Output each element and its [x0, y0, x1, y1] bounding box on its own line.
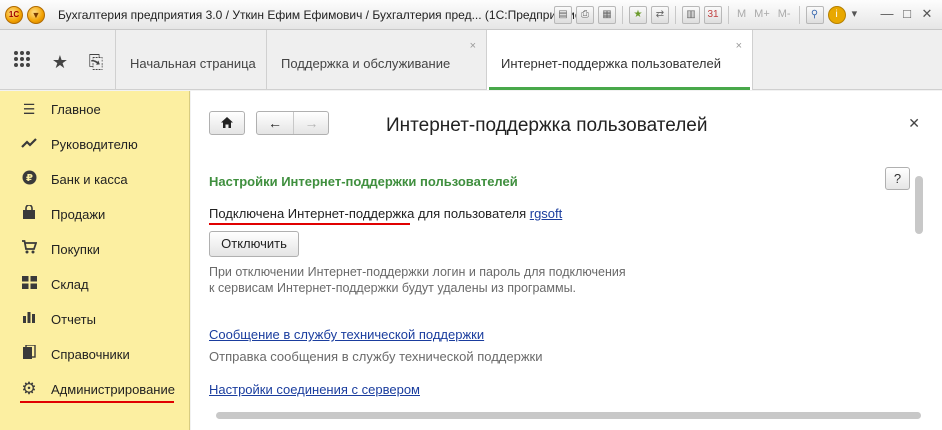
horizontal-scrollbar[interactable] — [216, 412, 921, 419]
svg-text:₽: ₽ — [26, 173, 33, 184]
menu-lines-icon: ☰ — [22, 101, 36, 117]
chart-bars-icon — [20, 310, 38, 328]
username-link[interactable]: rgsoft — [530, 206, 563, 221]
sidebar-item-bank[interactable]: ₽ Банк и касса — [0, 164, 190, 194]
tab-home[interactable]: Начальная страница — [116, 30, 267, 90]
tab-bar: ★ ⎘ Начальная страница Поддержка и обслу… — [0, 30, 942, 99]
vertical-scrollbar[interactable] — [915, 176, 923, 234]
main-menu-button[interactable]: ▼ — [27, 6, 45, 24]
connection-status: Подключена Интернет-поддержка для пользо… — [209, 206, 562, 221]
calendar-icon[interactable]: 31 — [704, 6, 722, 24]
annotation-underline — [20, 401, 174, 403]
status-prefix: Подключена Интернет-поддержка — [209, 206, 415, 221]
home-button[interactable] — [209, 111, 245, 135]
close-icon[interactable]: × — [470, 40, 476, 52]
title-toolbar: ▤ ⎙ ▦ ★ ⇄ ▥ 31 M M+ M- ⚲ i ▾ — [554, 5, 859, 25]
apps-grid-icon[interactable] — [10, 50, 34, 74]
close-icon[interactable]: ✕ — [908, 115, 920, 132]
minimize-icon[interactable]: — — [877, 6, 897, 24]
maximize-icon[interactable]: □ — [897, 6, 917, 24]
sidebar-item-label: Руководителю — [51, 137, 138, 152]
history-icon[interactable]: ⎘ — [84, 50, 108, 74]
history-nav: ← → — [256, 111, 329, 135]
form-area: ← → Интернет-поддержка пользователей ✕ ?… — [191, 91, 942, 430]
favorites-star-icon[interactable]: ★ — [48, 50, 72, 74]
title-bar: 1С ▼ Бухгалтерия предприятия 3.0 / Уткин… — [0, 0, 942, 30]
memory-minus-button[interactable]: M- — [776, 6, 793, 24]
forward-arrow-icon[interactable]: → — [293, 112, 329, 134]
disconnect-hint: При отключении Интернет-поддержки логин … — [209, 264, 669, 296]
status-suffix: для пользователя — [414, 206, 530, 221]
sidebar-item-label: Главное — [51, 102, 101, 117]
save-icon[interactable]: ▤ — [554, 6, 572, 24]
sidebar-item-manager[interactable]: Руководителю — [0, 129, 190, 159]
sidebar-item-purchases[interactable]: Покупки — [0, 234, 190, 264]
warehouse-icon — [20, 275, 38, 293]
sidebar-item-label: Покупки — [51, 242, 100, 257]
print-icon[interactable]: ⎙ — [576, 6, 594, 24]
connection-settings-link[interactable]: Настройки соединения с сервером — [209, 382, 420, 397]
sidebar-item-administration[interactable]: ⚙ Администрирование — [0, 374, 190, 404]
tab-label: Начальная страница — [130, 56, 256, 71]
support-message-link[interactable]: Сообщение в службу технической поддержки — [209, 327, 484, 342]
sidebar-item-label: Администрирование — [51, 382, 175, 397]
sidebar-item-label: Справочники — [51, 347, 130, 362]
memory-plus-button[interactable]: M+ — [752, 6, 772, 24]
books-icon — [20, 344, 38, 363]
tab-label: Поддержка и обслуживание — [281, 56, 451, 71]
help-button[interactable]: ? — [885, 167, 910, 190]
section-title: Настройки Интернет-поддержки пользовател… — [209, 174, 518, 189]
disconnect-button[interactable]: Отключить — [209, 231, 299, 257]
toolbar-separator — [622, 6, 623, 24]
hint-line: к сервисам Интернет-поддержки будут удал… — [209, 281, 577, 295]
help-icon[interactable]: i — [827, 6, 846, 24]
annotation-underline — [209, 223, 410, 225]
sidebar-item-label: Склад — [51, 277, 89, 292]
sections-panel: ☰ Главное Руководителю ₽ Банк и касса Пр… — [0, 91, 190, 430]
sidebar-item-sales[interactable]: Продажи — [0, 199, 190, 229]
sidebar-item-warehouse[interactable]: Склад — [0, 269, 190, 299]
favorites-icon[interactable]: ★ — [629, 6, 647, 24]
tab-internet-support[interactable]: Интернет-поддержка пользователей × — [487, 30, 753, 99]
trend-icon — [20, 135, 38, 153]
sidebar-item-label: Продажи — [51, 207, 106, 222]
sidebar-item-label: Банк и касса — [51, 172, 128, 187]
back-arrow-icon[interactable]: ← — [257, 112, 293, 134]
sidebar-item-reports[interactable]: Отчеты — [0, 304, 190, 334]
help-dropdown-icon[interactable]: ▾ — [850, 6, 860, 24]
active-tab-indicator — [489, 87, 750, 90]
user-info-icon[interactable]: ⚲ — [805, 6, 824, 24]
bag-icon — [20, 204, 38, 223]
preview-icon[interactable]: ▦ — [598, 6, 616, 24]
app-logo-icon[interactable]: 1С — [5, 6, 23, 24]
calculator-icon[interactable]: ▥ — [682, 6, 700, 24]
sidebar-item-catalogs[interactable]: Справочники — [0, 339, 190, 369]
hint-line: При отключении Интернет-поддержки логин … — [209, 265, 626, 279]
sidebar-item-main[interactable]: ☰ Главное — [0, 94, 190, 124]
window-title: Бухгалтерия предприятия 3.0 / Уткин Ефим… — [58, 8, 586, 22]
tab-support-maintenance[interactable]: Поддержка и обслуживание × — [267, 30, 487, 90]
tab-label: Интернет-поддержка пользователей — [501, 56, 721, 71]
toolbar-separator — [798, 6, 800, 24]
panel-tools: ★ ⎘ — [0, 30, 116, 90]
gear-icon: ⚙ — [21, 379, 37, 398]
sidebar-item-label: Отчеты — [51, 312, 96, 327]
toolbar-separator — [728, 6, 729, 24]
support-message-description: Отправка сообщения в службу технической … — [209, 349, 543, 364]
toolbar-separator — [675, 6, 676, 24]
cart-icon — [20, 240, 38, 258]
history-icon[interactable]: ⇄ — [651, 6, 669, 24]
close-icon[interactable]: × — [736, 40, 742, 52]
page-title: Интернет-поддержка пользователей — [386, 115, 708, 136]
ruble-icon: ₽ — [20, 170, 38, 188]
close-window-icon[interactable]: ✕ — [917, 6, 937, 24]
memory-button[interactable]: M — [735, 6, 748, 24]
